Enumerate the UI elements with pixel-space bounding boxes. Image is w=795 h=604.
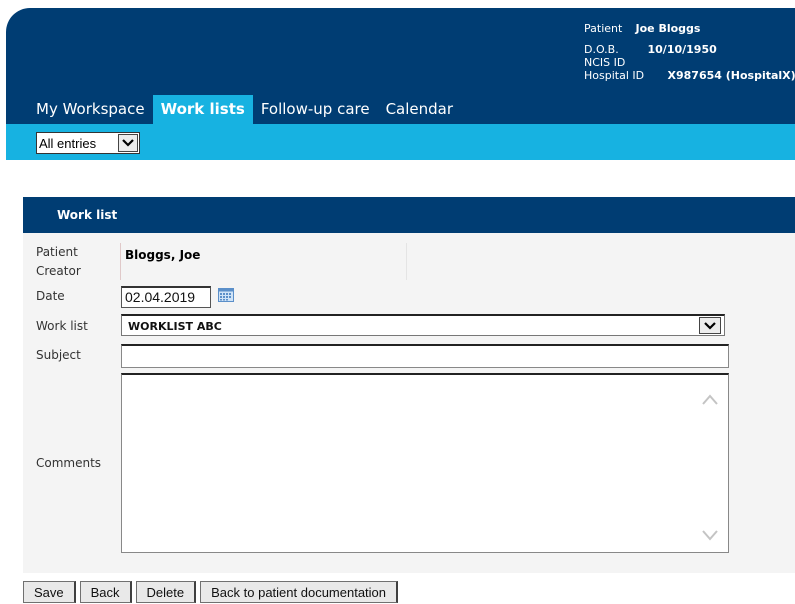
date-field[interactable]: 02.04.2019 (121, 286, 211, 308)
tab-follow-up-care[interactable]: Follow-up care (253, 95, 378, 124)
patient-dob-row: D.O.B. 10/10/1950 (584, 43, 795, 56)
patient-hospital-row: Hospital ID X987654 (HospitalX) (584, 69, 795, 82)
tab-my-workspace[interactable]: My Workspace (28, 95, 153, 124)
worklist-label: Work list (36, 319, 88, 333)
patient-creator-value: Bloggs, Joe (120, 243, 407, 280)
patient-dob-label: D.O.B. (584, 43, 644, 56)
panel-title: Work list (23, 197, 795, 233)
comments-label: Comments (36, 456, 101, 470)
patient-label: Patient (36, 243, 81, 262)
filter-toolbar: All entries (6, 124, 795, 160)
patient-dob-value: 10/10/1950 (648, 43, 717, 56)
subject-label: Subject (36, 348, 81, 362)
date-label: Date (36, 289, 65, 303)
tab-calendar[interactable]: Calendar (378, 95, 461, 124)
patient-name-row: Patient Joe Bloggs (584, 22, 795, 35)
patient-name-value: Joe Bloggs (636, 22, 701, 35)
app-header: Patient Joe Bloggs D.O.B. 10/10/1950 NCI… (0, 0, 795, 124)
worklist-select[interactable]: WORKLIST ABC (121, 314, 725, 336)
entries-filter-select[interactable]: All entries (36, 132, 140, 154)
subject-field[interactable] (121, 344, 729, 368)
action-buttons: Save Back Delete Back to patient documen… (23, 581, 402, 601)
tab-work-lists[interactable]: Work lists (153, 95, 253, 124)
patient-info: Patient Joe Bloggs D.O.B. 10/10/1950 NCI… (584, 22, 795, 82)
comments-textarea[interactable] (121, 373, 729, 553)
patient-hospital-value: X987654 (HospitalX) (668, 69, 795, 82)
entries-filter-value: All entries (37, 136, 118, 151)
chevron-down-icon[interactable] (699, 317, 721, 334)
scroll-down-icon[interactable] (702, 526, 718, 538)
patient-ncis-label: NCIS ID (584, 56, 625, 69)
patient-creator-label: Patient Creator (36, 243, 81, 281)
calendar-icon[interactable] (218, 287, 234, 301)
patient-ncis-row: NCIS ID (584, 56, 795, 69)
worklist-value: WORKLIST ABC (128, 320, 222, 333)
creator-label: Creator (36, 262, 81, 281)
chevron-down-icon[interactable] (118, 134, 138, 152)
main-nav: My Workspace Work lists Follow-up care C… (28, 95, 461, 124)
patient-name-label: Patient (584, 22, 632, 35)
patient-hospital-label: Hospital ID (584, 69, 664, 82)
scroll-up-icon[interactable] (702, 391, 718, 403)
